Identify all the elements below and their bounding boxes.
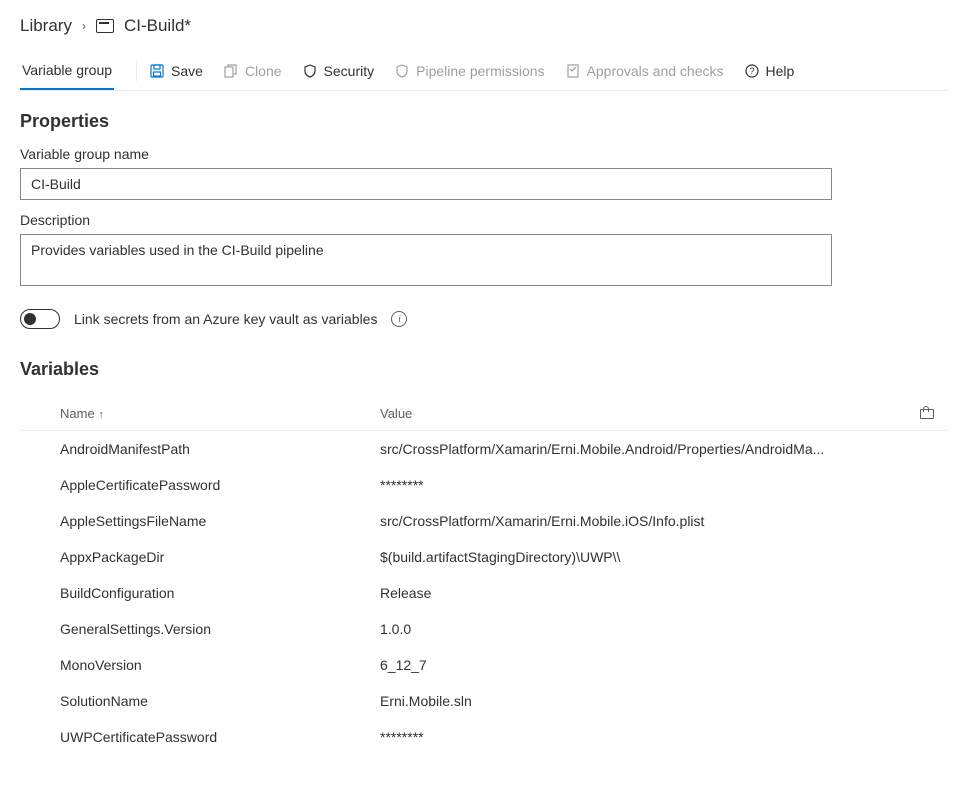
variables-header: Name ↑ Value bbox=[20, 398, 948, 431]
breadcrumb-root[interactable]: Library bbox=[20, 16, 72, 36]
clone-icon bbox=[223, 63, 239, 79]
variable-name: GeneralSettings.Version bbox=[20, 621, 380, 637]
variable-name: AppleCertificatePassword bbox=[20, 477, 380, 493]
variable-name: AppxPackageDir bbox=[20, 549, 380, 565]
header-name-label: Name bbox=[60, 406, 95, 421]
clone-button: Clone bbox=[223, 63, 282, 79]
help-button[interactable]: ? Help bbox=[744, 63, 795, 79]
variable-value: 6_12_7 bbox=[380, 657, 918, 673]
variable-value: src/CrossPlatform/Xamarin/Erni.Mobile.iO… bbox=[380, 513, 918, 529]
sort-ascending-icon: ↑ bbox=[98, 409, 104, 421]
table-row[interactable]: AppxPackageDir$(build.artifactStagingDir… bbox=[20, 539, 948, 575]
variable-name: MonoVersion bbox=[20, 657, 380, 673]
description-input[interactable] bbox=[20, 234, 832, 286]
variable-value: $(build.artifactStagingDirectory)\UWP\\ bbox=[380, 549, 918, 565]
column-header-name[interactable]: Name ↑ bbox=[20, 406, 380, 422]
help-label: Help bbox=[766, 63, 795, 79]
variable-value: src/CrossPlatform/Xamarin/Erni.Mobile.An… bbox=[380, 441, 918, 457]
save-icon bbox=[149, 63, 165, 79]
key-vault-toggle[interactable] bbox=[20, 309, 60, 329]
column-header-lock bbox=[918, 406, 948, 422]
shield-icon bbox=[302, 63, 318, 79]
name-label: Variable group name bbox=[20, 146, 948, 162]
properties-heading: Properties bbox=[20, 111, 948, 132]
help-icon: ? bbox=[744, 63, 760, 79]
variables-heading: Variables bbox=[20, 359, 948, 380]
table-row[interactable]: GeneralSettings.Version1.0.0 bbox=[20, 611, 948, 647]
save-label: Save bbox=[171, 63, 203, 79]
tab-variable-group[interactable]: Variable group bbox=[20, 52, 114, 90]
approvals-label: Approvals and checks bbox=[587, 63, 724, 79]
description-label: Description bbox=[20, 212, 948, 228]
variable-name: AppleSettingsFileName bbox=[20, 513, 380, 529]
key-vault-toggle-label: Link secrets from an Azure key vault as … bbox=[74, 311, 377, 327]
variables-table: Name ↑ Value AndroidManifestPathsrc/Cros… bbox=[20, 398, 948, 755]
table-row[interactable]: AppleSettingsFileNamesrc/CrossPlatform/X… bbox=[20, 503, 948, 539]
variable-name: SolutionName bbox=[20, 693, 380, 709]
shield-outline-icon bbox=[394, 63, 410, 79]
variable-group-name-input[interactable] bbox=[20, 168, 832, 200]
info-icon[interactable]: i bbox=[391, 311, 407, 327]
command-bar: Save Clone Security Pipeline permissions… bbox=[149, 63, 794, 79]
svg-text:?: ? bbox=[749, 66, 754, 76]
checklist-icon bbox=[565, 63, 581, 79]
variable-group-icon bbox=[96, 19, 114, 33]
tab-bar: Variable group Save Clone Security Pipel… bbox=[20, 52, 948, 91]
security-button[interactable]: Security bbox=[302, 63, 375, 79]
variable-value: ******** bbox=[380, 729, 918, 745]
table-row[interactable]: UWPCertificatePassword******** bbox=[20, 719, 948, 755]
pipeline-permissions-label: Pipeline permissions bbox=[416, 63, 544, 79]
variable-value: 1.0.0 bbox=[380, 621, 918, 637]
variable-value: ******** bbox=[380, 477, 918, 493]
table-row[interactable]: SolutionNameErni.Mobile.sln bbox=[20, 683, 948, 719]
table-row[interactable]: BuildConfigurationRelease bbox=[20, 575, 948, 611]
variable-name: UWPCertificatePassword bbox=[20, 729, 380, 745]
variable-name: BuildConfiguration bbox=[20, 585, 380, 601]
save-button[interactable]: Save bbox=[149, 63, 203, 79]
variable-value: Erni.Mobile.sln bbox=[380, 693, 918, 709]
variable-value: Release bbox=[380, 585, 918, 601]
table-row[interactable]: AndroidManifestPathsrc/CrossPlatform/Xam… bbox=[20, 431, 948, 467]
security-label: Security bbox=[324, 63, 375, 79]
approvals-button: Approvals and checks bbox=[565, 63, 724, 79]
table-row[interactable]: MonoVersion6_12_7 bbox=[20, 647, 948, 683]
clone-label: Clone bbox=[245, 63, 282, 79]
chevron-right-icon: › bbox=[82, 19, 86, 33]
table-row[interactable]: AppleCertificatePassword******** bbox=[20, 467, 948, 503]
lock-icon bbox=[920, 406, 932, 419]
column-header-value[interactable]: Value bbox=[380, 406, 918, 422]
variable-name: AndroidManifestPath bbox=[20, 441, 380, 457]
breadcrumb: Library › CI-Build* bbox=[20, 16, 948, 36]
pipeline-permissions-button: Pipeline permissions bbox=[394, 63, 544, 79]
key-vault-toggle-row: Link secrets from an Azure key vault as … bbox=[20, 309, 948, 329]
divider bbox=[136, 61, 137, 81]
breadcrumb-current: CI-Build* bbox=[124, 16, 191, 36]
